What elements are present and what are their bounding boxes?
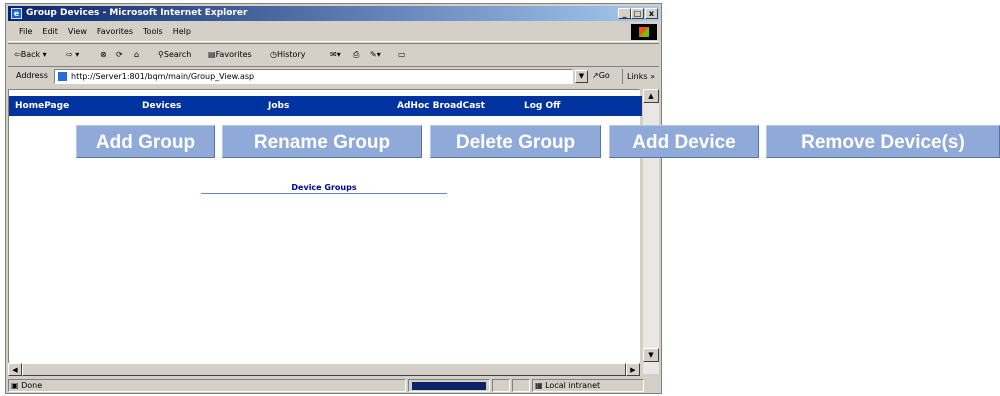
rename-group-button[interactable]: Rename Group <box>222 125 422 158</box>
mail-icon: ✉ <box>330 50 337 59</box>
mail-button[interactable]: ✉▾ <box>330 48 341 62</box>
windows-logo-icon <box>631 24 657 40</box>
nav-log-off[interactable]: Log Off <box>524 96 560 116</box>
title-bar: e Group Devices - Microsoft Internet Exp… <box>8 6 659 21</box>
address-input[interactable]: http://Server1:801/bqm/main/Group_View.a… <box>54 69 573 84</box>
progress-bar <box>408 379 490 392</box>
status-pane-1 <box>492 379 510 392</box>
remove-devices-button[interactable]: Remove Device(s) <box>766 125 1000 158</box>
nav-adhoc-broadcast[interactable]: AdHoc BroadCast <box>397 96 485 116</box>
maximize-button[interactable]: □ <box>631 8 644 19</box>
menu-file[interactable]: File <box>14 23 37 41</box>
print-icon: ⎙ <box>353 50 360 59</box>
history-button[interactable]: ◷History <box>270 48 305 62</box>
horizontal-scrollbar[interactable]: ◀ ▶ <box>8 363 640 376</box>
refresh-icon: ⟳ <box>116 50 123 59</box>
address-bar: Address http://Server1:801/bqm/main/Grou… <box>8 66 659 87</box>
menu-tools[interactable]: Tools <box>138 23 168 41</box>
minimize-button[interactable]: _ <box>618 8 631 19</box>
menu-help[interactable]: Help <box>168 23 196 41</box>
menu-favorites[interactable]: Favorites <box>92 23 138 41</box>
intranet-icon: ▦ <box>535 381 543 390</box>
browser-window: e Group Devices - Microsoft Internet Exp… <box>5 3 662 394</box>
favorites-button[interactable]: ▤Favorites <box>208 48 252 62</box>
device-groups-header: Device Groups <box>201 184 447 194</box>
forward-arrow-icon: ⇨ <box>66 50 73 59</box>
stop-icon: ⊗ <box>100 50 107 59</box>
discuss-icon: ▭ <box>398 50 406 59</box>
progress-fill <box>412 382 486 390</box>
print-button[interactable]: ⎙ <box>353 48 359 62</box>
add-group-button[interactable]: Add Group <box>76 125 215 158</box>
scroll-up-icon[interactable]: ▲ <box>643 89 659 103</box>
edit-button[interactable]: ✎▾ <box>370 48 381 62</box>
status-text: ▣ Done <box>8 379 406 392</box>
close-button[interactable]: x <box>645 8 658 19</box>
top-nav: HomePage Devices Jobs AdHoc BroadCast Lo… <box>9 96 649 116</box>
go-arrow-icon: ↗ <box>592 71 599 80</box>
go-button[interactable]: ↗Go <box>592 71 610 80</box>
back-arrow-icon: ⇦ <box>14 50 21 59</box>
zone-indicator: ▦ Local intranet <box>532 379 644 392</box>
back-button[interactable]: ⇦Back ▾ <box>14 48 47 62</box>
status-pane-2 <box>512 379 530 392</box>
scroll-left-icon[interactable]: ◀ <box>8 363 22 376</box>
favorites-icon: ▤ <box>208 50 216 59</box>
horizontal-scroll-thumb[interactable] <box>22 363 626 376</box>
address-url: http://Server1:801/bqm/main/Group_View.a… <box>71 72 255 81</box>
search-button[interactable]: ⚲Search <box>158 48 191 62</box>
menu-bar: File Edit View Favorites Tools Help <box>8 23 659 42</box>
nav-homepage[interactable]: HomePage <box>15 96 69 116</box>
delete-group-button[interactable]: Delete Group <box>430 125 601 158</box>
standard-toolbar: ⇦Back ▾ ⇨ ▾ ⊗ ⟳ ⌂ ⚲Search ▤Favorites ◷Hi… <box>8 43 659 67</box>
status-bar: ▣ Done ▦ Local intranet <box>8 378 659 393</box>
home-button[interactable]: ⌂ <box>134 48 139 62</box>
refresh-button[interactable]: ⟳ <box>116 48 123 62</box>
add-device-button[interactable]: Add Device <box>609 125 759 158</box>
window-title: Group Devices - Microsoft Internet Explo… <box>26 8 248 18</box>
stop-button[interactable]: ⊗ <box>100 48 107 62</box>
history-icon: ◷ <box>270 50 277 59</box>
page-done-icon: ▣ <box>11 381 19 390</box>
address-label: Address <box>16 71 48 80</box>
nav-devices[interactable]: Devices <box>142 96 181 116</box>
ie-icon: e <box>11 8 22 19</box>
menu-edit[interactable]: Edit <box>37 23 63 41</box>
edit-icon: ✎ <box>370 50 377 59</box>
address-dropdown-button[interactable]: ▼ <box>575 70 588 83</box>
menu-view[interactable]: View <box>63 23 92 41</box>
nav-jobs[interactable]: Jobs <box>268 96 289 116</box>
forward-button[interactable]: ⇨ ▾ <box>66 48 79 62</box>
scroll-down-icon[interactable]: ▼ <box>643 348 659 362</box>
discuss-button[interactable]: ▭ <box>398 48 406 62</box>
links-button[interactable]: Links » <box>622 69 658 84</box>
home-icon: ⌂ <box>134 50 140 59</box>
scroll-right-icon[interactable]: ▶ <box>626 363 640 376</box>
page-icon <box>58 72 67 81</box>
